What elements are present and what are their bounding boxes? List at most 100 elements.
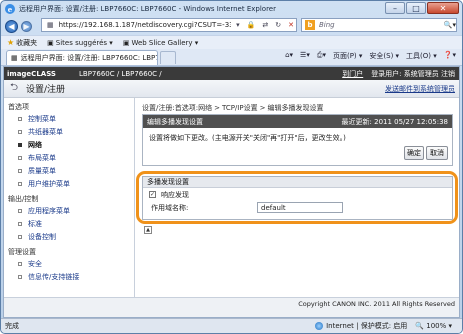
top-banner: imageCLASS LBP7660C / LBP7660C / 到门户 登录用… (4, 67, 459, 80)
ie-page-icon: ▣ (122, 38, 130, 47)
bullet-icon (18, 155, 22, 160)
lock-icon[interactable]: 🔒 (245, 21, 258, 29)
send-email-link[interactable]: 发送邮件到系统管理员 (385, 84, 455, 94)
back-button-icon[interactable]: ◀ (5, 19, 18, 33)
bing-icon: b (305, 20, 315, 30)
search-icon[interactable]: 🔍▾ (444, 21, 456, 29)
breadcrumb: 设置/注册:首选项:网络 > TCP/IP设置 > 编辑多播发现设置 (142, 104, 324, 112)
sidebar-item-feeder[interactable]: 共纸器菜单 (18, 125, 134, 138)
edit-panel-header: 编辑多播发现设置 最近更新: 2011 05/27 12:05:38 (143, 115, 452, 128)
copyright-text: Copyright CANON INC. 2011 All Rights Res… (298, 300, 455, 308)
safety-menu[interactable]: 安全(S) ▾ (369, 51, 399, 61)
bullet-icon (18, 208, 22, 213)
sidebar-item-quality[interactable]: 质量菜单 (18, 164, 134, 177)
refresh-icon[interactable]: ↻ (273, 21, 283, 29)
edit-panel-title: 编辑多播发现设置 (147, 117, 203, 126)
security-zone: Internet | 保护模式: 启用 (315, 321, 407, 331)
status-text: 完成 (5, 322, 19, 330)
zoom-level[interactable]: 🔍 100% ▾ (415, 322, 452, 330)
sidebar-section-output: 输出/控制 (8, 195, 39, 203)
window-title: 远程用户界面: 设置/注册: LBP7660C: LBP7660C - Wind… (19, 5, 276, 13)
sidebar-item-layout[interactable]: 布局菜单 (18, 151, 134, 164)
fav-web-slice-gallery[interactable]: ▣ Web Slice Gallery ▾ (123, 39, 199, 47)
sidebar-item-standard[interactable]: 标准 (18, 217, 134, 230)
page-top-icon[interactable]: ▲ (144, 226, 152, 234)
bullet-icon (18, 129, 22, 134)
bullet-icon (18, 261, 22, 266)
multicast-settings-panel: 多播发现设置 ✓ 响应发现 作用域名称: default (142, 176, 453, 220)
home-icon[interactable]: ⌂▾ (285, 51, 293, 61)
bullet-icon (18, 168, 22, 173)
page-content: imageCLASS LBP7660C / LBP7660C / 到门户 登录用… (3, 66, 460, 318)
page-footer: Copyright CANON INC. 2011 All Rights Res… (4, 297, 459, 317)
compat-view-icon[interactable]: ⇄ (260, 21, 270, 29)
scope-name-input[interactable]: default (257, 202, 343, 213)
sidebar-item-user-maintenance[interactable]: 用户维护菜单 (18, 177, 134, 190)
close-button[interactable]: ✕ (427, 2, 459, 14)
back-arrow-icon[interactable]: ⮌ (10, 82, 23, 94)
window-titlebar: e 远程用户界面: 设置/注册: LBP7660C: LBP7660C - Wi… (1, 1, 462, 17)
edit-panel: 编辑多播发现设置 最近更新: 2011 05/27 12:05:38 设置将做如… (142, 114, 453, 166)
page-header: ⮌ 设置/注册 发送邮件到系统管理员 (4, 80, 459, 98)
canon-page-icon: ▦ (11, 53, 18, 62)
minimize-button[interactable]: – (385, 2, 405, 14)
page-icon: ▦ (47, 21, 54, 29)
cancel-button[interactable]: 取消 (426, 146, 448, 160)
fav-suggested-sites[interactable]: ▣ Sites suggérés ▾ (47, 39, 113, 47)
sidebar-item-control[interactable]: 控制菜单 (18, 112, 134, 125)
device-model: LBP7660C / LBP7660C / (79, 69, 162, 78)
star-icon: ★ (7, 38, 15, 47)
respond-row: ✓ 响应发现 (143, 188, 452, 201)
ie-page-icon: ▣ (47, 38, 54, 47)
dropdown-icon[interactable]: ▾ (234, 21, 242, 29)
breadcrumb-item[interactable]: 设置/注册:首选项:网络 (142, 104, 212, 112)
sidebar-item-network[interactable]: 网络 (18, 138, 134, 151)
globe-icon (315, 322, 324, 330)
print-icon[interactable]: ⎙▾ (317, 51, 326, 61)
portal-link[interactable]: 到门户 (342, 69, 363, 79)
page-title: 设置/注册 (26, 85, 66, 95)
status-bar: 完成 Internet | 保护模式: 启用 🔍 100% ▾ (1, 318, 462, 333)
new-tab-button[interactable] (160, 50, 176, 64)
breadcrumb-item[interactable]: TCP/IP设置 (222, 104, 258, 112)
settings-panel-title: 多播发现设置 (143, 177, 452, 188)
search-box[interactable]: b Bing 🔍▾ (301, 18, 457, 32)
ok-button[interactable]: 确定 (404, 146, 424, 160)
edit-note: 设置将做如下更改。(主电源开关"关闭"再"打开"后，更改生效。) (149, 134, 346, 142)
login-user-info[interactable]: 登录用户: 系统管理员 注销 (371, 69, 455, 79)
sidebar-item-device-control[interactable]: 设备控制 (18, 230, 134, 243)
command-bar: ⌂▾ ☰▾ ⎙▾ 页面(P) ▾ 安全(S) ▾ 工具(O) ▾ ❓▾ (285, 51, 456, 61)
maximize-button[interactable]: □ (406, 2, 426, 14)
help-menu[interactable]: ❓▾ (444, 51, 456, 61)
bullet-icon (18, 116, 22, 121)
tools-menu[interactable]: 工具(O) ▾ (406, 51, 437, 61)
address-row: ◀ ▶ ▦ https://192.168.1.187/netdiscovery… (1, 17, 462, 35)
respond-checkbox[interactable]: ✓ (149, 191, 156, 198)
bullet-icon (18, 181, 22, 186)
favorites-button[interactable]: ★ 收藏夹 (7, 38, 37, 48)
favorites-bar: ★ 收藏夹 ▣ Sites suggérés ▾ ▣ Web Slice Galler… (1, 35, 462, 49)
search-input[interactable]: Bing (319, 21, 440, 29)
breadcrumb-item: 编辑多播发现设置 (267, 104, 324, 112)
bullet-icon (18, 274, 22, 279)
feeds-icon[interactable]: ☰▾ (300, 51, 310, 61)
scope-label: 作用域名称: (151, 203, 189, 212)
sidebar-item-support-links[interactable]: 信息传/支持链接 (18, 270, 134, 283)
bullet-icon (18, 142, 22, 147)
sidebar: 首选项 控制菜单 共纸器菜单 网络 布局菜单 质量菜单 用户维护菜单 输出/控制… (4, 98, 135, 297)
browser-tab[interactable]: ▦远程用户界面: 设置/注册: LBP7660C: LBP7660C (6, 49, 158, 65)
brand-name: imageCLASS (7, 69, 56, 78)
stop-icon[interactable]: ✕ (286, 21, 296, 29)
sidebar-section-management: 管理设置 (8, 248, 36, 256)
url-text[interactable]: https://192.168.1.187/netdiscovery.cgi?C… (59, 21, 232, 29)
forward-button-icon[interactable]: ▶ (21, 20, 32, 32)
address-bar[interactable]: ▦ https://192.168.1.187/netdiscovery.cgi… (41, 18, 297, 32)
scope-row: 作用域名称: default (143, 201, 452, 214)
sidebar-item-security[interactable]: 安全 (18, 257, 134, 270)
sidebar-section-preferences: 首选项 (8, 103, 29, 111)
sidebar-item-applications[interactable]: 应用程序菜单 (18, 204, 134, 217)
tab-row: ▦远程用户界面: 设置/注册: LBP7660C: LBP7660C ⌂▾ ☰▾… (1, 49, 462, 66)
bullet-icon (18, 221, 22, 226)
last-update-timestamp: 最近更新: 2011 05/27 12:05:38 (341, 117, 448, 126)
page-menu[interactable]: 页面(P) ▾ (333, 51, 362, 61)
